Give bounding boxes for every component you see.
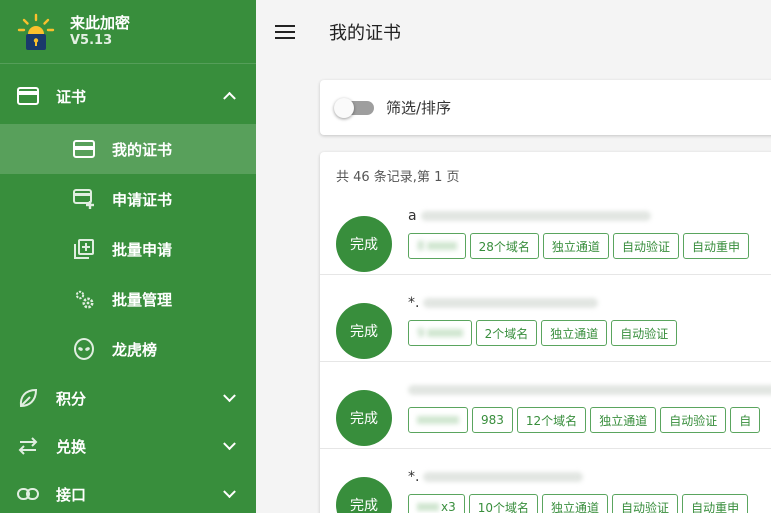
nav-group-label: 兑换 xyxy=(56,437,87,456)
status-badge: 完成 xyxy=(336,390,392,446)
swap-icon xyxy=(16,434,40,458)
nav-group-label: 证书 xyxy=(56,87,87,106)
menu-icon[interactable] xyxy=(275,24,295,40)
tag: 自动重申 xyxy=(682,494,749,513)
filter-toggle[interactable] xyxy=(334,97,374,118)
app-version: V5.13 xyxy=(70,32,113,48)
lock-sun-logo-icon xyxy=(16,12,56,52)
tag: 独立通道 xyxy=(590,407,657,433)
certificate-list: 共 46 条记录,第 1 页 完成 a 8 28个域名 独立通道 自动验证 自动… xyxy=(320,152,771,513)
nav-group-certificates[interactable]: 证书 xyxy=(0,68,256,124)
domain-name: *. xyxy=(408,469,584,485)
list-item[interactable]: 完成 a 8 28个域名 独立通道 自动验证 自动重申 xyxy=(320,188,771,275)
list-item[interactable]: 完成 983 12个域名 独立通道 自动验证 自 xyxy=(320,362,771,449)
tag: 独立通道 xyxy=(542,494,609,513)
domain-name: a xyxy=(408,208,651,224)
tag: 8 xyxy=(408,233,466,259)
tag-list: 8 28个域名 独立通道 自动验证 自动重申 xyxy=(408,233,753,259)
settings-gears-icon xyxy=(72,287,96,311)
tag: x3 xyxy=(408,494,465,513)
nav-group-label: 接口 xyxy=(56,485,87,504)
chevron-down-icon xyxy=(223,485,236,499)
chevron-up-icon xyxy=(223,91,236,105)
nav-item-my-certificates[interactable]: 我的证书 xyxy=(0,124,256,174)
record-summary: 共 46 条记录,第 1 页 xyxy=(336,170,460,185)
tag: 9 xyxy=(408,320,472,346)
status-badge: 完成 xyxy=(336,477,392,513)
tag: 自动重申 xyxy=(682,233,749,259)
card-icon xyxy=(16,84,40,108)
tag: 自动验证 xyxy=(611,320,678,346)
card-icon xyxy=(72,137,96,161)
top-bar: 我的证书 xyxy=(256,0,771,64)
tag: 自 xyxy=(730,407,761,433)
page-title: 我的证书 xyxy=(329,23,401,44)
nav-group-api[interactable]: 接口 xyxy=(0,470,256,513)
tag-list: 9 2个域名 独立通道 自动验证 xyxy=(408,320,681,346)
tag: 自动验证 xyxy=(612,233,679,259)
tag: 2个域名 xyxy=(475,320,538,346)
nav-item-leaderboard[interactable]: 龙虎榜 xyxy=(0,324,256,374)
nav-group-exchange[interactable]: 兑换 xyxy=(0,422,256,470)
tag: 10个域名 xyxy=(468,494,539,513)
domain-name xyxy=(408,382,771,398)
tag: 独立通道 xyxy=(542,233,609,259)
link-icon xyxy=(16,482,40,506)
app-name: 来此加密 xyxy=(70,13,131,32)
chevron-down-icon xyxy=(223,389,236,403)
tag: 983 xyxy=(472,407,513,433)
alien-icon xyxy=(72,337,96,361)
nav-item-label: 龙虎榜 xyxy=(112,340,158,359)
filter-card: 筛选/排序 xyxy=(320,80,771,135)
sidebar: 来此加密 V5.13 证书 我的证书 申请证书 批量申请 批量管理 龙虎榜 积分… xyxy=(0,0,256,513)
tag xyxy=(408,407,468,433)
nav-item-label: 申请证书 xyxy=(112,190,173,209)
list-item[interactable]: 完成 *. 9 2个域名 独立通道 自动验证 xyxy=(320,275,771,362)
nav-item-label: 批量申请 xyxy=(112,240,173,259)
tag: 独立通道 xyxy=(541,320,608,346)
nav-group-points[interactable]: 积分 xyxy=(0,374,256,422)
nav-item-batch-apply[interactable]: 批量申请 xyxy=(0,224,256,274)
nav-item-label: 批量管理 xyxy=(112,290,173,309)
tag: 自动验证 xyxy=(660,407,727,433)
status-badge: 完成 xyxy=(336,216,392,272)
status-badge: 完成 xyxy=(336,303,392,359)
list-item[interactable]: 完成 *. x3 10个域名 独立通道 自动验证 自动重申 xyxy=(320,449,771,513)
nav-group-label: 积分 xyxy=(56,389,87,408)
tag: 12个域名 xyxy=(516,407,587,433)
nav-item-batch-manage[interactable]: 批量管理 xyxy=(0,274,256,324)
domain-name: *. xyxy=(408,295,599,311)
chevron-down-icon xyxy=(223,437,236,451)
leaf-icon xyxy=(16,386,40,410)
tag: 28个域名 xyxy=(469,233,539,259)
card-add-icon xyxy=(72,187,96,211)
tag-list: x3 10个域名 独立通道 自动验证 自动重申 xyxy=(408,494,752,513)
filter-label: 筛选/排序 xyxy=(386,99,452,117)
tag: 自动验证 xyxy=(612,494,679,513)
brand: 来此加密 V5.13 xyxy=(0,0,256,64)
library-add-icon xyxy=(72,237,96,261)
tag-list: 983 12个域名 独立通道 自动验证 自 xyxy=(408,407,764,433)
nav-item-apply-certificate[interactable]: 申请证书 xyxy=(0,174,256,224)
nav-item-label: 我的证书 xyxy=(112,140,173,159)
